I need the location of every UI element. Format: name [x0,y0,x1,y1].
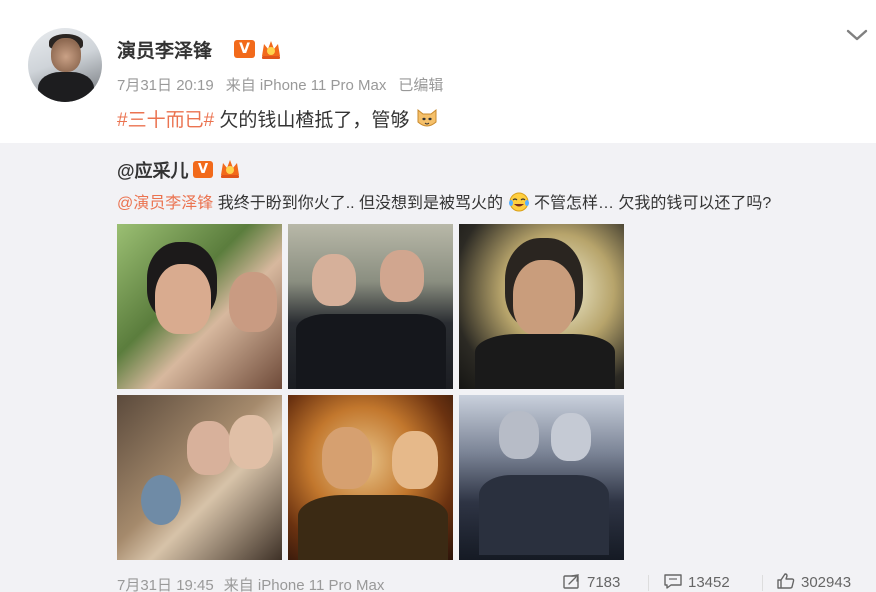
repost-vip-crown-icon[interactable] [218,157,242,179]
photo-1[interactable] [117,224,282,389]
photo-2-face [312,254,356,306]
photo-5-face-2 [392,431,438,489]
photo-2-face-2 [380,250,424,302]
mention-link[interactable]: @演员李泽锋 [117,195,213,212]
photo-3-body [475,334,615,389]
hashtag-link[interactable]: #三十而已# [117,110,214,131]
action-divider [762,575,763,591]
photo-4[interactable] [117,395,282,560]
repost-meta: 7月31日 19:45 来自 iPhone 11 Pro Max [117,574,394,592]
repost-verified-badge-icon[interactable]: V [193,161,213,178]
comment-button[interactable]: 13452 [664,573,730,591]
comment-icon [664,574,682,589]
post-source: 来自 iPhone 11 Pro Max [225,77,387,94]
thumbs-up-icon [777,573,795,589]
like-button[interactable]: 302943 [777,573,851,591]
photo-2-uniforms [296,314,446,389]
photo-5-bodies [298,495,448,560]
repost-count: 7183 [587,574,621,591]
photo-6-face [499,411,539,459]
photo-1-face [155,264,211,334]
photo-5-face [322,427,372,489]
photo-2[interactable] [288,224,453,389]
photo-6-face-2 [551,413,591,461]
photo-4-face [187,421,231,475]
repost-time[interactable]: 7月31日 19:45 [117,577,214,592]
doge-cat-icon [417,108,437,127]
post-body: #三十而已# 欠的钱山楂抵了，管够 [117,105,439,132]
photo-6[interactable] [459,395,624,560]
repost-text-part2: 不管怎样… 欠我的钱可以还了吗? [529,195,772,212]
post-time[interactable]: 7月31日 20:19 [117,77,214,94]
author-name[interactable]: 演员李泽锋 [117,36,212,63]
photo-4-face-2 [229,415,273,469]
avatar-face [51,38,81,72]
chevron-down-icon[interactable] [844,24,870,46]
like-count: 302943 [801,574,852,591]
avatar-body [38,72,94,102]
repost-author-name[interactable]: @应采儿 [117,157,189,183]
laugh-cry-icon [508,192,529,212]
post-text: 欠的钱山楂抵了，管够 [214,110,410,131]
author-avatar[interactable] [28,28,102,102]
verified-badge-icon[interactable]: V [234,40,255,58]
repost-text-part1: 我终于盼到你火了.. 但没想到是被骂火的 [213,195,504,212]
repost-button[interactable]: 7183 [563,573,620,591]
photo-3[interactable] [459,224,624,389]
photo-1-face-2 [229,272,277,332]
edited-label[interactable]: 已编辑 [398,77,443,94]
repost-body: @演员李泽锋 我终于盼到你火了.. 但没想到是被骂火的 不管怎样… 欠我的钱可以… [117,189,771,213]
photo-5[interactable] [288,395,453,560]
action-divider [648,575,649,591]
photo-3-face [513,260,575,336]
repost-source: 来自 iPhone 11 Pro Max [223,577,385,592]
photo-4-trophy [141,475,181,525]
post-meta: 7月31日 20:19 来自 iPhone 11 Pro Max 已编辑 [117,74,455,95]
comment-count: 13452 [688,574,730,591]
repost-icon [563,574,579,589]
weibo-post-card: 演员李泽锋 V 7月31日 20:19 来自 iPhone 11 Pro Max 已… [0,0,876,592]
vip-crown-icon[interactable] [259,38,283,60]
photo-6-group [479,475,609,555]
